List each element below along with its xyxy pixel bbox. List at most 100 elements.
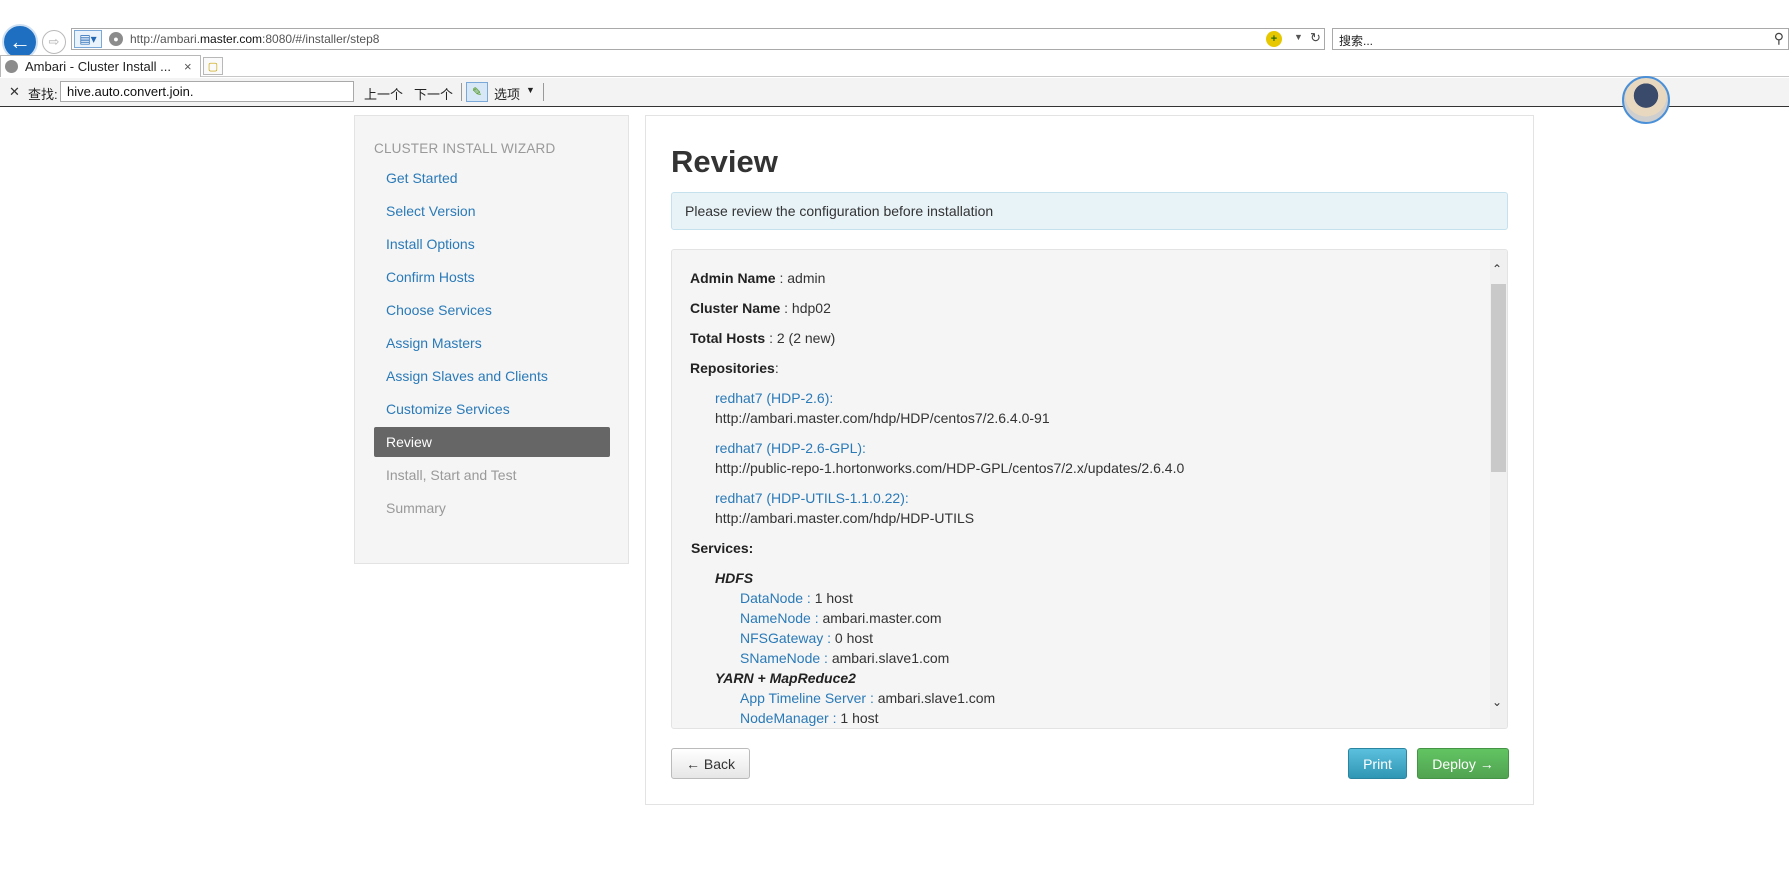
sidebar-item-summary: Summary	[386, 500, 446, 516]
url-text[interactable]: http://ambari.master.com:8080/#/installe…	[130, 32, 379, 46]
component-name: SNameNode :	[740, 650, 828, 666]
chevron-up-icon[interactable]: ⌃	[1492, 262, 1502, 276]
wizard-title: CLUSTER INSTALL WIZARD	[374, 141, 556, 156]
service-name: YARN + MapReduce2	[715, 670, 856, 686]
find-close-icon[interactable]: ✕	[9, 84, 20, 100]
sidebar-item-install-start-test: Install, Start and Test	[386, 467, 517, 483]
find-label: 查找:	[28, 87, 58, 102]
print-button[interactable]: Print	[1348, 748, 1407, 779]
address-bar[interactable]: ▤▾ ● http://ambari.master.com:8080/#/ins…	[71, 28, 1325, 50]
component-row: NameNode : ambari.master.com	[740, 610, 942, 626]
chevron-down-icon[interactable]: ▼	[526, 85, 535, 95]
repositories-colon: :	[774, 360, 779, 376]
component-row: SNameNode : ambari.slave1.com	[740, 650, 949, 666]
component-value: 1 host	[810, 590, 853, 606]
find-next-button[interactable]: 下一个	[414, 84, 453, 103]
wizard-steps: Get Started Select Version Install Optio…	[374, 163, 610, 526]
component-value: ambari.slave1.com	[827, 650, 950, 666]
service-hdfs: HDFS	[715, 570, 753, 586]
scrollbar-thumb[interactable]	[1491, 284, 1506, 472]
browser-address-row: ← ⇨ ▤▾ ● http://ambari.master.com:8080/#…	[0, 22, 1789, 60]
arrow-right-icon: ⇨	[48, 34, 60, 49]
total-hosts-value: : 2 (2 new)	[765, 330, 836, 346]
component-name: DataNode :	[740, 590, 811, 606]
component-name: App Timeline Server :	[740, 690, 874, 706]
back-button[interactable]: ← Back	[671, 748, 750, 779]
admin-name-row: Admin Name : admin	[690, 270, 825, 286]
admin-name-value: : admin	[775, 270, 826, 286]
sidebar-item-assign-masters[interactable]: Assign Masters	[374, 328, 610, 358]
repositories-row: Repositories:	[690, 360, 779, 376]
cluster-name-row: Cluster Name : hdp02	[690, 300, 831, 316]
total-hosts-label: Total Hosts	[690, 330, 766, 346]
wizard-sidebar: CLUSTER INSTALL WIZARD Get Started Selec…	[354, 115, 629, 564]
sidebar-item-customize-services[interactable]: Customize Services	[374, 394, 610, 424]
component-value: ambari.master.com	[818, 610, 942, 626]
component-value: ambari.slave1.com	[873, 690, 996, 706]
page-title: Review	[671, 144, 778, 179]
repo-name: redhat7 (HDP-2.6-GPL):	[715, 440, 866, 456]
security-shield-icon[interactable]: ▤▾	[74, 30, 102, 48]
search-placeholder: 搜索...	[1339, 34, 1374, 48]
sidebar-item-get-started[interactable]: Get Started	[374, 163, 610, 193]
browser-search-input[interactable]: 搜索... ⚲	[1332, 28, 1789, 50]
sidebar-item-confirm-hosts[interactable]: Confirm Hosts	[374, 262, 610, 292]
arrow-left-icon: ←	[9, 29, 31, 54]
repo-url: http://ambari.master.com/hdp/HDP/centos7…	[715, 410, 1050, 426]
repo-url: http://ambari.master.com/hdp/HDP-UTILS	[715, 510, 975, 526]
find-divider	[543, 83, 544, 101]
new-tab-button[interactable]: ▢	[203, 57, 223, 75]
deploy-button[interactable]: Deploy →	[1417, 748, 1509, 779]
review-scrollbar[interactable]: ⌃ ⌄	[1490, 250, 1507, 728]
sidebar-item-assign-slaves[interactable]: Assign Slaves and Clients	[374, 361, 610, 391]
find-divider	[461, 83, 462, 101]
review-scroll-box[interactable]: Admin Name : admin Cluster Name : hdp02 …	[671, 249, 1508, 729]
find-previous-button[interactable]: 上一个	[364, 84, 403, 103]
component-row: NodeManager : 1 host	[740, 710, 879, 726]
highlight-matches-icon[interactable]: ✎	[466, 82, 488, 102]
admin-name-label: Admin Name	[690, 270, 776, 286]
browser-forward-button[interactable]: ⇨	[42, 30, 66, 54]
new-tab-icon: ▢	[207, 60, 219, 73]
component-name: NameNode :	[740, 610, 819, 626]
sidebar-item-install-options[interactable]: Install Options	[374, 229, 610, 259]
sidebar-item-select-version[interactable]: Select Version	[374, 196, 610, 226]
repo-name: redhat7 (HDP-UTILS-1.1.0.22):	[715, 490, 909, 506]
component-row: DataNode : 1 host	[740, 590, 853, 606]
tab-title: Ambari - Cluster Install ...	[25, 59, 171, 74]
service-yarn: YARN + MapReduce2	[715, 670, 856, 686]
cluster-name-label: Cluster Name	[690, 300, 781, 316]
services-label-text: Services:	[691, 540, 754, 556]
sidebar-item-review[interactable]: Review	[374, 427, 610, 457]
sidebar-item-choose-services[interactable]: Choose Services	[374, 295, 610, 325]
favicon-icon	[5, 60, 18, 73]
repo-url: http://public-repo-1.hortonworks.com/HDP…	[715, 460, 1185, 476]
review-panel: Review Please review the configuration b…	[645, 115, 1534, 805]
services-label: Services:	[691, 540, 753, 556]
service-name: HDFS	[715, 570, 754, 586]
component-name: NFSGateway :	[740, 630, 832, 646]
component-row: App Timeline Server : ambari.slave1.com	[740, 690, 995, 706]
component-name: NodeManager :	[740, 710, 837, 726]
chevron-down-icon[interactable]: ⌄	[1492, 695, 1502, 709]
find-input[interactable]	[60, 81, 354, 102]
chevron-down-icon[interactable]: ▼	[1294, 32, 1303, 42]
info-alert: Please review the configuration before i…	[671, 192, 1508, 230]
cluster-name-value: : hdp02	[780, 300, 831, 316]
search-icon[interactable]: ⚲	[1774, 30, 1784, 47]
component-value: 1 host	[836, 710, 879, 726]
compatibility-view-icon[interactable]: +	[1266, 31, 1282, 47]
refresh-icon[interactable]: ↻	[1310, 30, 1321, 46]
tab-close-button[interactable]: ×	[184, 59, 200, 74]
site-globe-icon: ●	[109, 32, 123, 46]
browser-tab-row: Ambari - Cluster Install ... × ▢	[0, 55, 1789, 77]
user-avatar[interactable]	[1622, 76, 1670, 124]
repo-name: redhat7 (HDP-2.6):	[715, 390, 834, 406]
component-row: NFSGateway : 0 host	[740, 630, 873, 646]
find-bar: ✕ 查找: 上一个 下一个 ✎ 选项 ▼	[0, 78, 1789, 107]
browser-tab[interactable]: Ambari - Cluster Install ... ×	[0, 55, 201, 77]
total-hosts-row: Total Hosts : 2 (2 new)	[690, 330, 835, 346]
repositories-label: Repositories	[690, 360, 775, 376]
find-options-button[interactable]: 选项	[494, 84, 520, 103]
component-value: 0 host	[831, 630, 874, 646]
